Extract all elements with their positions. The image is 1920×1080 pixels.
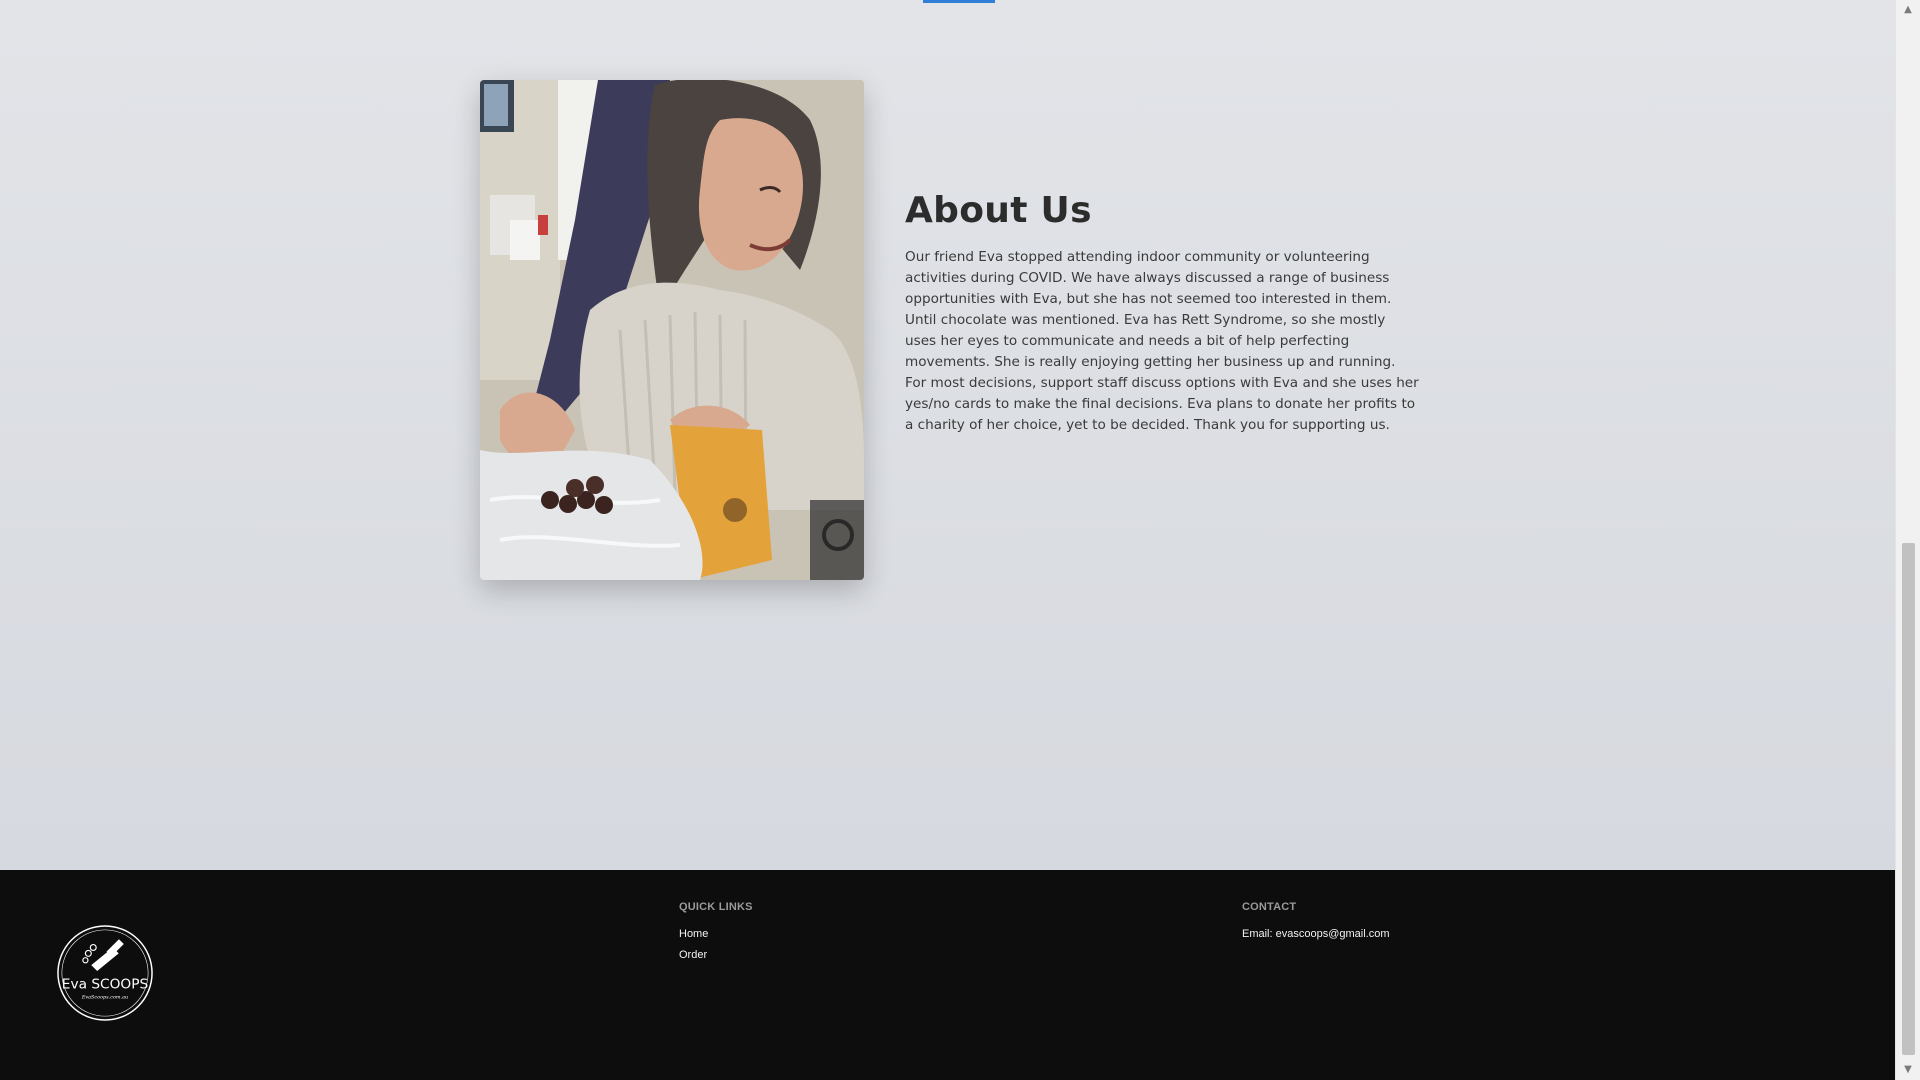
about-text: Our friend Eva stopped attending indoor …	[905, 249, 1419, 433]
about-content: About Us Our friend Eva stopped attendin…	[905, 190, 1420, 436]
section-accent-bar	[923, 0, 995, 3]
scrollbar-thumb[interactable]	[1902, 543, 1915, 1055]
page: About Us Our friend Eva stopped attendin…	[0, 0, 1895, 1080]
footer-link-order[interactable]: Order	[679, 949, 707, 961]
about-photo	[480, 80, 864, 580]
about-section: About Us Our friend Eva stopped attendin…	[0, 0, 1895, 870]
footer-link-home[interactable]: Home	[679, 928, 708, 940]
contact-title: CONTACT	[1242, 901, 1297, 913]
page-scrollbar[interactable]: ▲ ▼	[1895, 0, 1920, 1080]
about-heading: About Us	[905, 190, 1092, 231]
quick-links-title: QUICK LINKS	[679, 901, 753, 913]
footer	[0, 870, 1895, 1080]
photo-illustration	[480, 80, 864, 580]
scroll-down-icon[interactable]: ▼	[1896, 1060, 1920, 1080]
eva-scoops-logo[interactable]: Eva SCOOPS EvaScoops.com.au	[56, 924, 154, 1022]
logo-subtext: EvaScoops.com.au	[81, 994, 128, 1000]
logo-text: Eva SCOOPS	[62, 977, 148, 993]
scroll-up-icon[interactable]: ▲	[1896, 0, 1920, 20]
contact-email[interactable]: Email: evascoops@gmail.com	[1242, 928, 1390, 940]
